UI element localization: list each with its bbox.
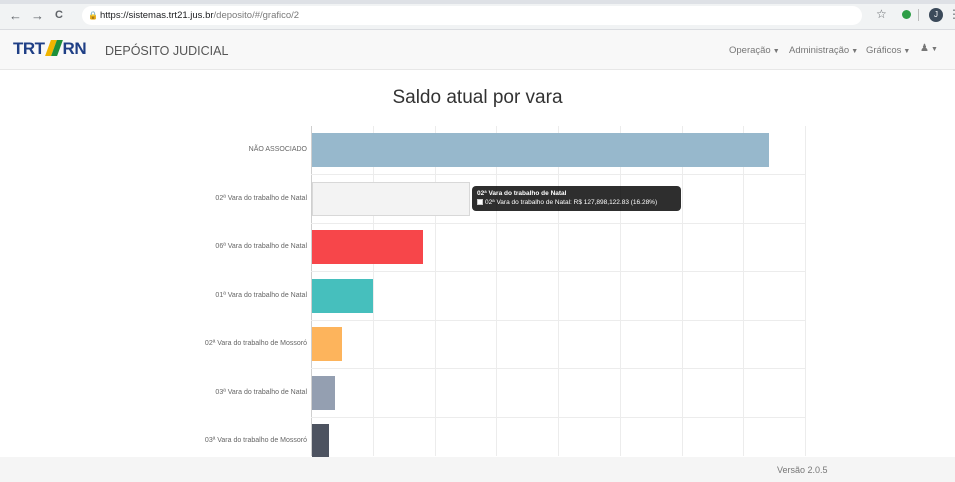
browser-menu-icon[interactable]: ⋮ [948, 7, 955, 21]
extension-icon[interactable] [902, 10, 911, 19]
browser-tabstrip [0, 0, 955, 4]
grid-line-vertical [558, 126, 559, 456]
menu-administracao[interactable]: Administração ▼ [789, 45, 858, 58]
bookmark-star-icon[interactable]: ☆ [876, 7, 887, 21]
lock-icon: 🔒 [88, 11, 98, 20]
page-footer: Versão 2.0.5 [0, 457, 955, 482]
grid-line-vertical [496, 126, 497, 456]
grid-line-horizontal [311, 417, 805, 418]
chart-title: Saldo atual por vara [392, 87, 563, 108]
grid-line-horizontal [311, 368, 805, 369]
browser-toolbar: ← → C 🔒 https://sistemas.trt21.jus.br/de… [0, 0, 955, 30]
caret-down-icon: ▼ [851, 48, 859, 55]
chart-category-label: 06ª Vara do trabalho de Natal [215, 243, 307, 250]
grid-line-vertical [620, 126, 621, 456]
chart-category-label: 03ª Vara do trabalho de Natal [215, 389, 307, 396]
chart-bar[interactable] [312, 133, 769, 167]
tooltip-title: 02ª Vara do trabalho de Natal [477, 190, 567, 197]
chart-bar[interactable] [312, 279, 373, 313]
back-icon[interactable]: ← [9, 9, 22, 22]
forward-icon[interactable]: → [31, 9, 44, 22]
logo-mark-icon [46, 40, 62, 56]
caret-down-icon: ▼ [903, 48, 911, 55]
chart-bar[interactable] [312, 424, 329, 458]
grid-line-horizontal [311, 271, 805, 272]
grid-line-vertical [805, 126, 806, 456]
menu-graficos[interactable]: Gráficos ▼ [866, 45, 910, 58]
trt21-logo[interactable]: TRT RN [13, 39, 87, 59]
chart-bar[interactable] [312, 230, 423, 264]
tooltip-swatch [477, 199, 483, 205]
app-brand-title[interactable]: DEPÓSITO JUDICIAL [105, 44, 228, 58]
chart-category-label: 02ª Vara do trabalho de Natal [215, 195, 307, 202]
app-navbar: TRT RN DEPÓSITO JUDICIAL Operação ▼ Admini… [0, 30, 955, 70]
tooltip-text: 02ª Vara do trabalho de Natal: R$ 127,89… [485, 199, 658, 206]
url-host: https://sistemas.trt21.jus.br [100, 10, 214, 21]
caret-down-icon: ▼ [930, 46, 938, 53]
app-version: Versão 2.0.5 [777, 465, 828, 475]
user-icon: ♟ [920, 43, 929, 54]
grid-line-horizontal [311, 320, 805, 321]
user-menu[interactable]: ♟ ▼ [920, 43, 938, 56]
chart-bar[interactable] [312, 182, 470, 216]
chart-category-label: 01ª Vara do trabalho de Natal [215, 292, 307, 299]
grid-line-vertical [435, 126, 436, 456]
grid-line-vertical [743, 126, 744, 456]
address-bar[interactable]: 🔒 https://sistemas.trt21.jus.br/deposito… [82, 6, 862, 25]
chart-category-label: NÃO ASSOCIADO [248, 146, 307, 153]
profile-avatar[interactable]: J [929, 8, 943, 22]
grid-line-horizontal [311, 223, 805, 224]
grid-line-vertical [682, 126, 683, 456]
chart-bar[interactable] [312, 327, 342, 361]
toolbar-separator [918, 9, 919, 21]
reload-icon[interactable]: C [55, 9, 63, 22]
grid-line-vertical [373, 126, 374, 456]
chart-category-label: 02ª Vara do trabalho de Mossoró [204, 340, 307, 347]
bar-chart [311, 126, 806, 458]
grid-line-horizontal [311, 174, 805, 175]
chart-tooltip: 02ª Vara do trabalho de Natal 02ª Vara d… [472, 186, 681, 211]
url-path: /deposito/#/grafico/2 [213, 10, 300, 21]
caret-down-icon: ▼ [772, 48, 780, 55]
chart-category-label: 03ª Vara do trabalho de Mossoró [204, 437, 307, 444]
chart-bar[interactable] [312, 376, 335, 410]
menu-operacao[interactable]: Operação ▼ [729, 45, 780, 58]
